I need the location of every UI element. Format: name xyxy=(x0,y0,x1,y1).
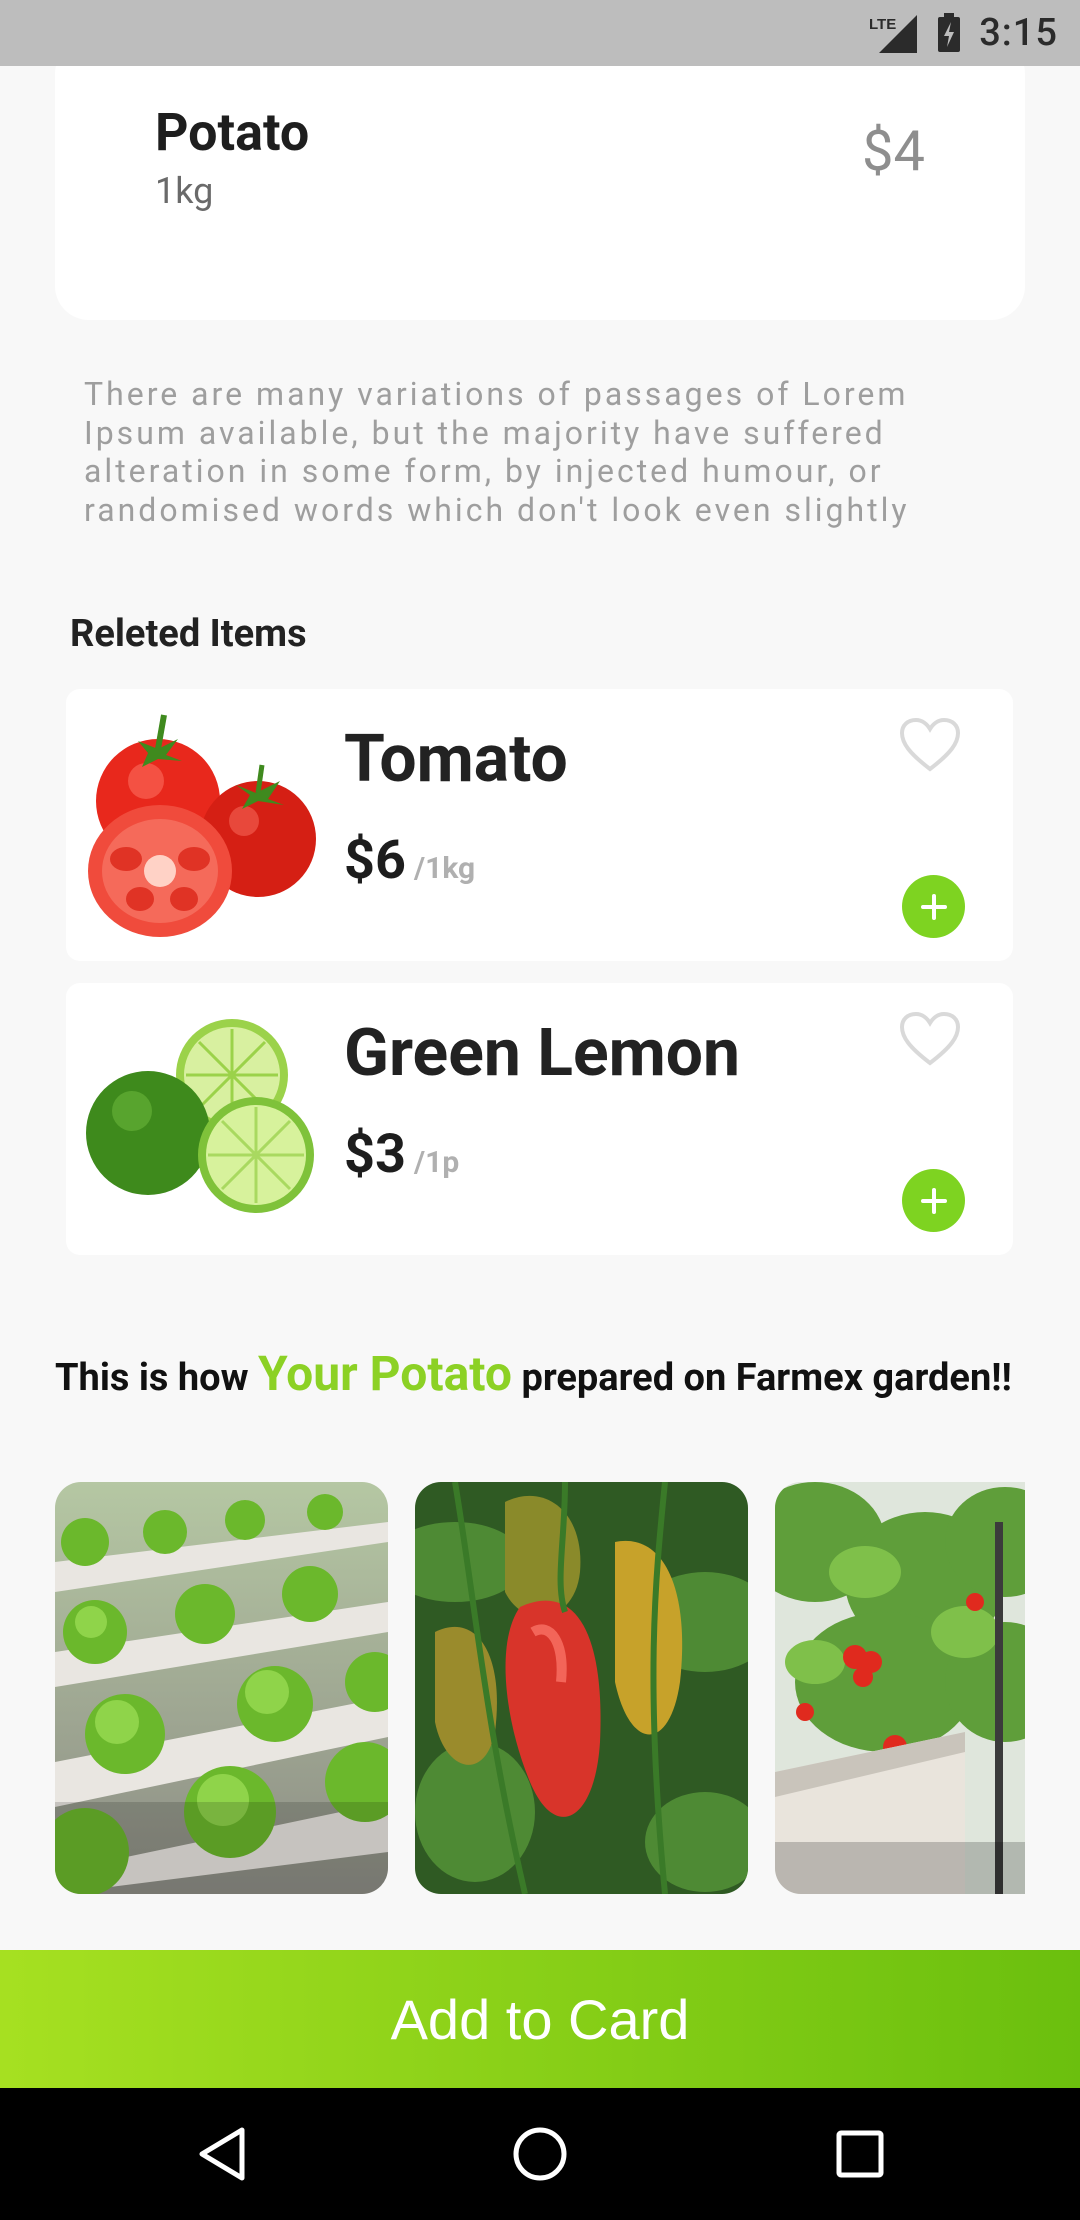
status-bar: LTE 3:15 xyxy=(0,0,1080,66)
battery-charging-icon xyxy=(938,13,961,52)
peppers-photo[interactable] xyxy=(415,1482,748,1894)
related-items-title: Releted Items xyxy=(70,612,307,656)
status-icons: LTE 3:15 xyxy=(867,10,1058,56)
item-price: $6 xyxy=(344,829,406,892)
item-price-row: $3 /1p xyxy=(344,1123,459,1186)
home-button[interactable] xyxy=(504,2118,576,2190)
heart-icon[interactable] xyxy=(899,1011,961,1067)
lte-signal-icon: LTE xyxy=(869,15,918,53)
lettuce-hydroponics-photo[interactable] xyxy=(55,1482,388,1894)
recents-icon xyxy=(836,2130,884,2178)
svg-text:LTE: LTE xyxy=(869,16,896,33)
item-unit: /1kg xyxy=(413,851,476,886)
product-description: There are many variations of passages of… xyxy=(84,375,910,529)
home-icon xyxy=(513,2127,567,2181)
plus-icon xyxy=(920,893,947,920)
item-name: Tomato xyxy=(344,721,568,798)
garden-gallery[interactable] xyxy=(55,1482,1025,1894)
navigation-bar xyxy=(0,2088,1080,2220)
product-weight: 1kg xyxy=(155,170,214,212)
item-unit: /1p xyxy=(413,1145,460,1180)
plus-icon xyxy=(920,1187,947,1214)
tomato-image xyxy=(88,714,316,937)
item-price: $3 xyxy=(344,1123,406,1186)
related-item-tomato[interactable]: Tomato $6 /1kg xyxy=(66,689,1013,961)
back-icon xyxy=(199,2127,245,2181)
garden-heading-highlight: Your Potato xyxy=(257,1345,512,1402)
garden-heading-suffix: prepared on Farmex garden!! xyxy=(512,1356,1012,1400)
status-time: 3:15 xyxy=(979,11,1058,55)
recents-button[interactable] xyxy=(824,2118,896,2190)
related-item-green-lemon[interactable]: Green Lemon $3 /1p xyxy=(66,983,1013,1255)
product-card: Potato 1kg $4 xyxy=(55,40,1025,320)
heart-icon[interactable] xyxy=(899,717,961,773)
item-price-row: $6 /1kg xyxy=(344,829,475,892)
item-name: Green Lemon xyxy=(344,1015,740,1092)
add-button[interactable] xyxy=(902,875,965,938)
tomato-plants-photo[interactable] xyxy=(775,1482,1025,1894)
product-name: Potato xyxy=(155,102,310,163)
garden-heading: This is how Your Potato prepared on Farm… xyxy=(55,1350,1025,1402)
garden-heading-prefix: This is how xyxy=(55,1356,258,1400)
product-price: $4 xyxy=(862,118,925,184)
add-button[interactable] xyxy=(902,1169,965,1232)
back-button[interactable] xyxy=(186,2118,258,2190)
add-to-card-button[interactable]: Add to Card xyxy=(0,1950,1080,2088)
green-lemon-image xyxy=(86,1019,314,1213)
